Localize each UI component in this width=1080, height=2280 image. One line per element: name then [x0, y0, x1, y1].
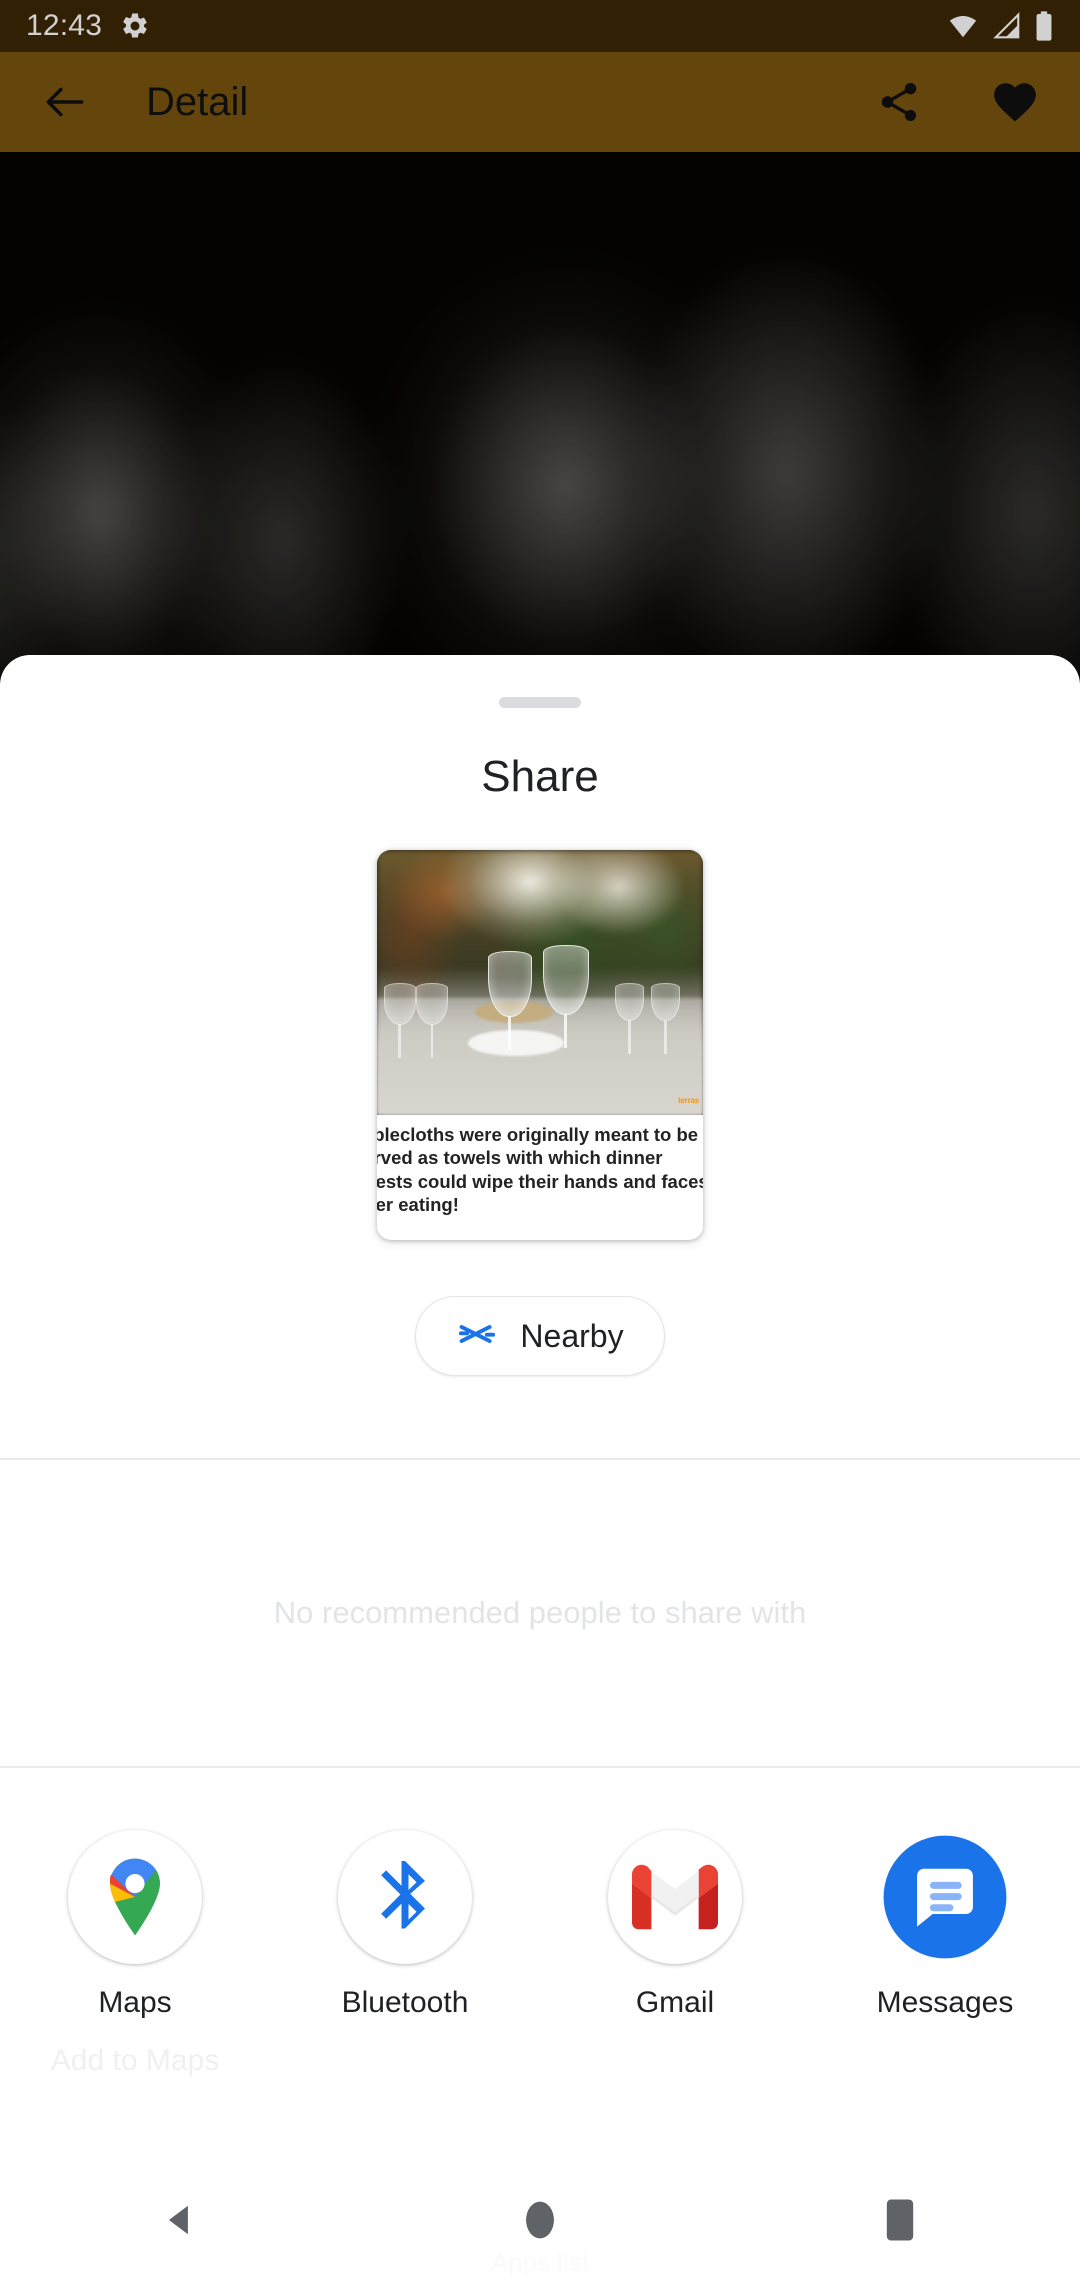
bluetooth-icon — [338, 1830, 472, 1964]
apps-list-caption: Apps list — [490, 2247, 590, 2277]
gmail-icon — [608, 1830, 742, 1964]
screen: 12:43 Detail Share terras Tablecloths we… — [0, 0, 1080, 2280]
share-target-bluetooth[interactable]: Bluetooth — [270, 1830, 540, 2020]
preview-image: terras — [377, 850, 703, 1115]
wine-glass-icon — [614, 982, 644, 1054]
google-maps-icon — [68, 1830, 202, 1964]
battery-icon — [1036, 11, 1052, 41]
recommended-people-empty-text: No recommended people to share with — [273, 1595, 807, 1630]
back-arrow-icon[interactable] — [36, 73, 94, 131]
share-icon[interactable] — [870, 73, 928, 131]
wine-glass-icon — [650, 982, 680, 1054]
share-sheet-title: Share — [481, 752, 599, 801]
system-navigation-bar: Apps list — [0, 2160, 1080, 2280]
share-target-label: Bluetooth — [341, 1986, 469, 2019]
share-target-label: Maps — [98, 1986, 172, 2019]
gear-icon — [120, 11, 150, 41]
sheet-drag-handle[interactable] — [499, 697, 581, 708]
nearby-share-wrapper: Nearby — [0, 1296, 1080, 1376]
app-bar: Detail — [0, 52, 1080, 152]
share-app-targets: Maps Add to Maps Bluetooth Gmail Message… — [0, 1768, 1080, 2077]
share-preview-wrapper: terras Tablecloths were originally meant… — [0, 850, 1080, 1240]
status-bar-clock: 12:43 — [26, 9, 103, 42]
share-target-sublabel: Add to Maps — [50, 2044, 220, 2077]
wine-glass-icon — [487, 950, 532, 1050]
share-target-gmail[interactable]: Gmail — [540, 1830, 810, 2020]
hero-scrim — [0, 152, 1080, 712]
preview-caption-line: guests could wipe their hands and faces — [377, 1170, 703, 1192]
share-target-label: Gmail — [635, 1986, 715, 2019]
preview-image-watermark: terras — [677, 1096, 699, 1105]
preview-caption-line: served as towels with which dinner — [377, 1147, 663, 1169]
status-bar-icons — [946, 10, 1054, 42]
app-bar-actions — [870, 73, 1044, 131]
hero-image — [0, 152, 1080, 712]
share-target-maps[interactable]: Maps Add to Maps — [0, 1830, 270, 2077]
preview-caption-line: after eating! — [377, 1193, 459, 1215]
status-bar: 12:43 — [0, 0, 1080, 52]
share-preview-card[interactable]: terras Tablecloths were originally meant… — [377, 850, 703, 1240]
preview-caption-line: Tablecloths were originally meant to be — [377, 1124, 699, 1145]
share-target-label: Messages — [876, 1986, 1014, 2019]
back-nav-icon[interactable] — [0, 2201, 360, 2239]
share-target-messages[interactable]: Messages — [810, 1830, 1080, 2020]
home-nav-icon[interactable] — [360, 2198, 720, 2242]
page-title: Detail — [146, 79, 249, 124]
wifi-icon — [949, 16, 977, 38]
nearby-share-label: Nearby — [520, 1317, 624, 1354]
wine-glass-icon — [383, 982, 416, 1058]
share-sheet: Share terras Tablecloths were originally… — [0, 655, 1080, 2220]
recommended-people-empty-state: No recommended people to share with — [0, 1460, 1080, 1766]
recents-nav-icon[interactable] — [720, 2198, 1080, 2242]
cellular-signal-icon — [993, 12, 1020, 39]
preview-caption: Tablecloths were originally meant to be … — [377, 1115, 703, 1240]
messages-icon — [878, 1830, 1012, 1964]
nearby-share-button[interactable]: Nearby — [415, 1296, 665, 1376]
heart-icon[interactable] — [986, 73, 1044, 131]
nearby-share-icon — [456, 1319, 498, 1354]
